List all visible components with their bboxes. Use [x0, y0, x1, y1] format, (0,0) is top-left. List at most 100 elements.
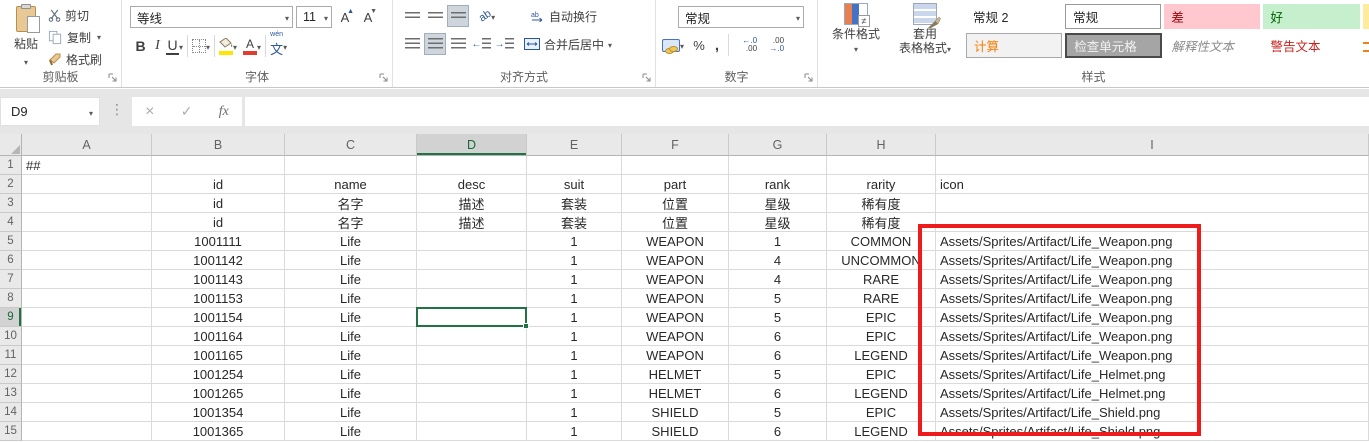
- cell-H9[interactable]: EPIC: [827, 308, 936, 327]
- cell-H11[interactable]: LEGEND: [827, 346, 936, 365]
- align-left-button[interactable]: [401, 33, 423, 55]
- cell-B15[interactable]: 1001365: [152, 422, 285, 441]
- cell-E4[interactable]: 套装: [527, 213, 622, 232]
- column-header-B[interactable]: B: [152, 134, 285, 156]
- cell-D14[interactable]: [417, 403, 527, 422]
- align-right-button[interactable]: [447, 33, 469, 55]
- decrease-decimal-button[interactable]: .00 →.0: [760, 37, 784, 53]
- column-header-I[interactable]: I: [936, 134, 1369, 156]
- cell-A8[interactable]: [22, 289, 152, 308]
- cell-D8[interactable]: [417, 289, 527, 308]
- orientation-button[interactable]: ab: [470, 5, 504, 27]
- cell-F6[interactable]: WEAPON: [622, 251, 729, 270]
- row-header-10[interactable]: 10: [0, 327, 22, 346]
- cell-C3[interactable]: 名字: [285, 194, 417, 213]
- enter-icon[interactable]: ✓: [181, 103, 193, 120]
- cell-D12[interactable]: [417, 365, 527, 384]
- formula-input[interactable]: [245, 97, 1369, 126]
- cell-F10[interactable]: WEAPON: [622, 327, 729, 346]
- copy-button[interactable]: 复制: [48, 27, 101, 47]
- cell-F2[interactable]: part: [622, 175, 729, 194]
- cell-G14[interactable]: 5: [729, 403, 827, 422]
- select-all-button[interactable]: [0, 134, 22, 156]
- cell-F8[interactable]: WEAPON: [622, 289, 729, 308]
- align-middle-button[interactable]: [424, 5, 446, 27]
- cell-I4[interactable]: [936, 213, 1369, 232]
- cell-F12[interactable]: HELMET: [622, 365, 729, 384]
- font-size-select[interactable]: 11: [296, 6, 332, 28]
- cell-D7[interactable]: [417, 270, 527, 289]
- cell-C9[interactable]: Life: [285, 308, 417, 327]
- cell-C6[interactable]: Life: [285, 251, 417, 270]
- cell-E11[interactable]: 1: [527, 346, 622, 365]
- alignment-dialog-launcher-icon[interactable]: [641, 72, 652, 83]
- cell-I5[interactable]: Assets/Sprites/Artifact/Life_Weapon.png: [936, 232, 1369, 251]
- cell-H1[interactable]: [827, 156, 936, 175]
- cut-button[interactable]: 剪切: [48, 5, 89, 25]
- cell-H14[interactable]: EPIC: [827, 403, 936, 422]
- cell-G2[interactable]: rank: [729, 175, 827, 194]
- cell-F3[interactable]: 位置: [622, 194, 729, 213]
- cell-D3[interactable]: 描述: [417, 194, 527, 213]
- cell-I15[interactable]: Assets/Sprites/Artifact/Life_Shield.png: [936, 422, 1369, 441]
- cell-H7[interactable]: RARE: [827, 270, 936, 289]
- number-format-select[interactable]: 常规: [678, 6, 804, 28]
- cell-I14[interactable]: Assets/Sprites/Artifact/Life_Shield.png: [936, 403, 1369, 422]
- cell-H10[interactable]: EPIC: [827, 327, 936, 346]
- row-header-4[interactable]: 4: [0, 213, 22, 232]
- cell-A12[interactable]: [22, 365, 152, 384]
- style-item-warning-text[interactable]: 警告文本: [1264, 33, 1360, 58]
- style-item-normal-2[interactable]: 常规 2: [966, 4, 1062, 29]
- cell-B2[interactable]: id: [152, 175, 285, 194]
- cell-E12[interactable]: 1: [527, 365, 622, 384]
- cell-I7[interactable]: Assets/Sprites/Artifact/Life_Weapon.png: [936, 270, 1369, 289]
- cell-C2[interactable]: name: [285, 175, 417, 194]
- underline-button[interactable]: U: [166, 37, 179, 55]
- cell-A15[interactable]: [22, 422, 152, 441]
- style-item-partial-linked[interactable]: [1363, 33, 1369, 58]
- cell-E3[interactable]: 套装: [527, 194, 622, 213]
- row-header-15[interactable]: 15: [0, 422, 22, 441]
- font-color-button[interactable]: A: [243, 37, 261, 55]
- cell-I9[interactable]: Assets/Sprites/Artifact/Life_Weapon.png: [936, 308, 1369, 327]
- cell-D9[interactable]: [417, 308, 527, 327]
- cell-D5[interactable]: [417, 232, 527, 251]
- cell-B13[interactable]: 1001265: [152, 384, 285, 403]
- cell-G3[interactable]: 星级: [729, 194, 827, 213]
- accounting-format-button[interactable]: [662, 38, 684, 52]
- cell-I11[interactable]: Assets/Sprites/Artifact/Life_Weapon.png: [936, 346, 1369, 365]
- column-header-H[interactable]: H: [827, 134, 936, 156]
- cell-H13[interactable]: LEGEND: [827, 384, 936, 403]
- cell-G6[interactable]: 4: [729, 251, 827, 270]
- cell-G15[interactable]: 6: [729, 422, 827, 441]
- cell-A4[interactable]: [22, 213, 152, 232]
- cell-D10[interactable]: [417, 327, 527, 346]
- row-header-5[interactable]: 5: [0, 232, 22, 251]
- cell-D11[interactable]: [417, 346, 527, 365]
- phonetic-button[interactable]: wén 文: [270, 35, 287, 58]
- merge-center-button[interactable]: 合并后居中: [524, 36, 612, 53]
- increase-indent-button[interactable]: →: [493, 33, 515, 55]
- column-header-G[interactable]: G: [729, 134, 827, 156]
- cell-I3[interactable]: [936, 194, 1369, 213]
- insert-function-icon[interactable]: fx: [219, 104, 229, 120]
- cell-B4[interactable]: id: [152, 213, 285, 232]
- cell-G12[interactable]: 5: [729, 365, 827, 384]
- font-dialog-launcher-icon[interactable]: [378, 72, 389, 83]
- row-header-9[interactable]: 9: [0, 308, 22, 327]
- cell-C12[interactable]: Life: [285, 365, 417, 384]
- cell-A7[interactable]: [22, 270, 152, 289]
- row-header-1[interactable]: 1: [0, 156, 22, 175]
- cell-D15[interactable]: [417, 422, 527, 441]
- column-header-C[interactable]: C: [285, 134, 417, 156]
- cell-A2[interactable]: [22, 175, 152, 194]
- cell-A6[interactable]: [22, 251, 152, 270]
- cell-G10[interactable]: 6: [729, 327, 827, 346]
- cell-G8[interactable]: 5: [729, 289, 827, 308]
- comma-style-button[interactable]: ,: [710, 37, 724, 54]
- cell-G5[interactable]: 1: [729, 232, 827, 251]
- cell-B3[interactable]: id: [152, 194, 285, 213]
- align-center-button[interactable]: [424, 33, 446, 55]
- cell-D4[interactable]: 描述: [417, 213, 527, 232]
- cell-F5[interactable]: WEAPON: [622, 232, 729, 251]
